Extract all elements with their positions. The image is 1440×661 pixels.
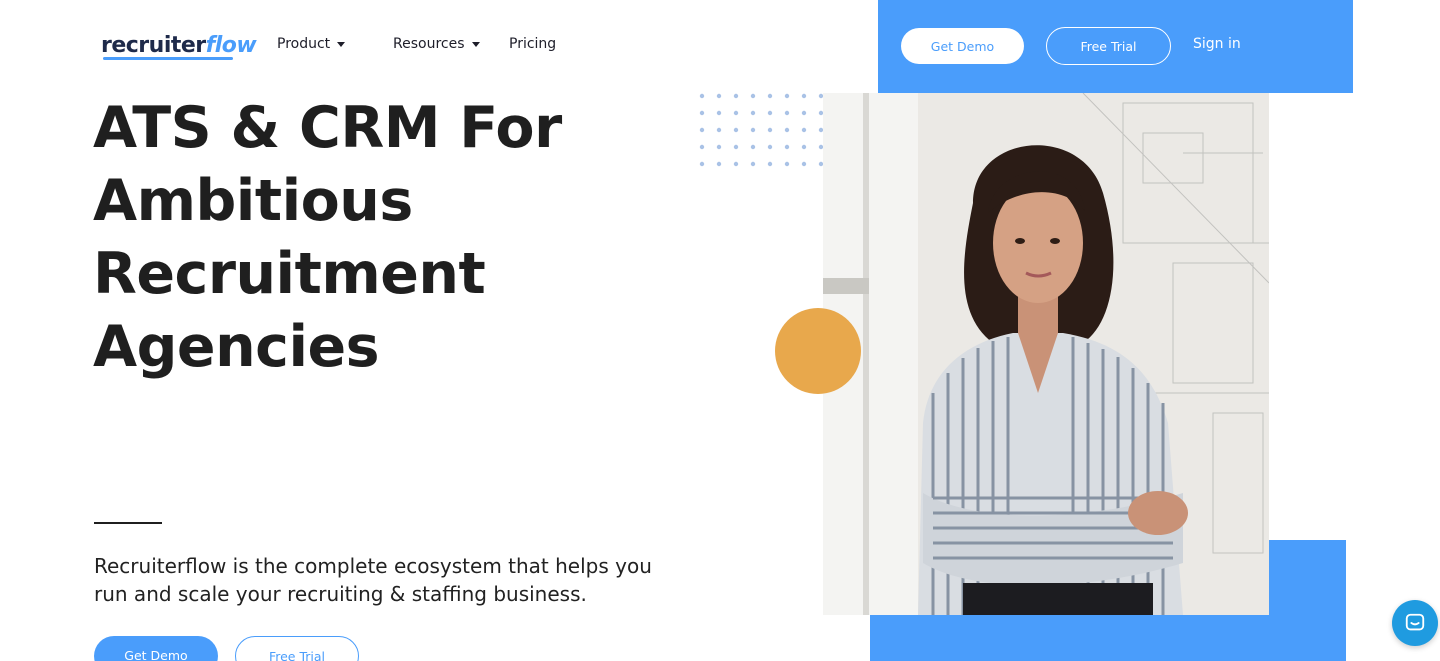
nav-resources-label: Resources (393, 36, 465, 52)
hero-subtitle-line-1: Recruiterflow is the complete ecosystem … (94, 554, 652, 578)
chat-bubble-icon (1405, 613, 1425, 631)
chat-launcher-button[interactable] (1392, 600, 1438, 646)
sign-in-link[interactable]: Sign in (1193, 36, 1241, 52)
logo-text-accent: flow (205, 33, 257, 58)
caret-down-icon (337, 42, 346, 47)
decorative-dot-grid (699, 93, 824, 167)
hero-title-line-2: Ambitious (93, 168, 413, 234)
nav-product[interactable]: Product (277, 36, 346, 52)
hero-title: ATS & CRM For Ambitious Recruitment Agen… (93, 92, 653, 384)
logo-text-main: recruiter (101, 33, 206, 58)
nav-product-label: Product (277, 36, 331, 52)
hero-subtitle-line-2: run and scale your recruiting & staffing… (94, 582, 587, 606)
hero-photo-woman (823, 93, 1269, 615)
header-free-trial-button[interactable]: Free Trial (1046, 27, 1171, 65)
nav-pricing-label: Pricing (509, 36, 557, 52)
hero-title-line-1: ATS & CRM For (93, 95, 562, 161)
hero-divider (94, 522, 162, 524)
nav-resources[interactable]: Resources (393, 36, 480, 52)
hero-free-trial-button[interactable]: Free Trial (235, 636, 359, 661)
caret-down-icon (471, 42, 480, 47)
header-get-demo-button[interactable]: Get Demo (901, 28, 1024, 64)
logo-underline (103, 57, 233, 60)
hero-title-line-4: Agencies (93, 314, 380, 380)
decorative-orange-circle (775, 308, 861, 394)
hero-get-demo-button[interactable]: Get Demo (94, 636, 218, 661)
hero-title-line-3: Recruitment (93, 241, 486, 307)
nav-pricing[interactable]: Pricing (509, 36, 556, 52)
recruiterflow-logo[interactable]: recruiterflow (101, 30, 257, 62)
hero-subtitle: Recruiterflow is the complete ecosystem … (94, 552, 694, 608)
